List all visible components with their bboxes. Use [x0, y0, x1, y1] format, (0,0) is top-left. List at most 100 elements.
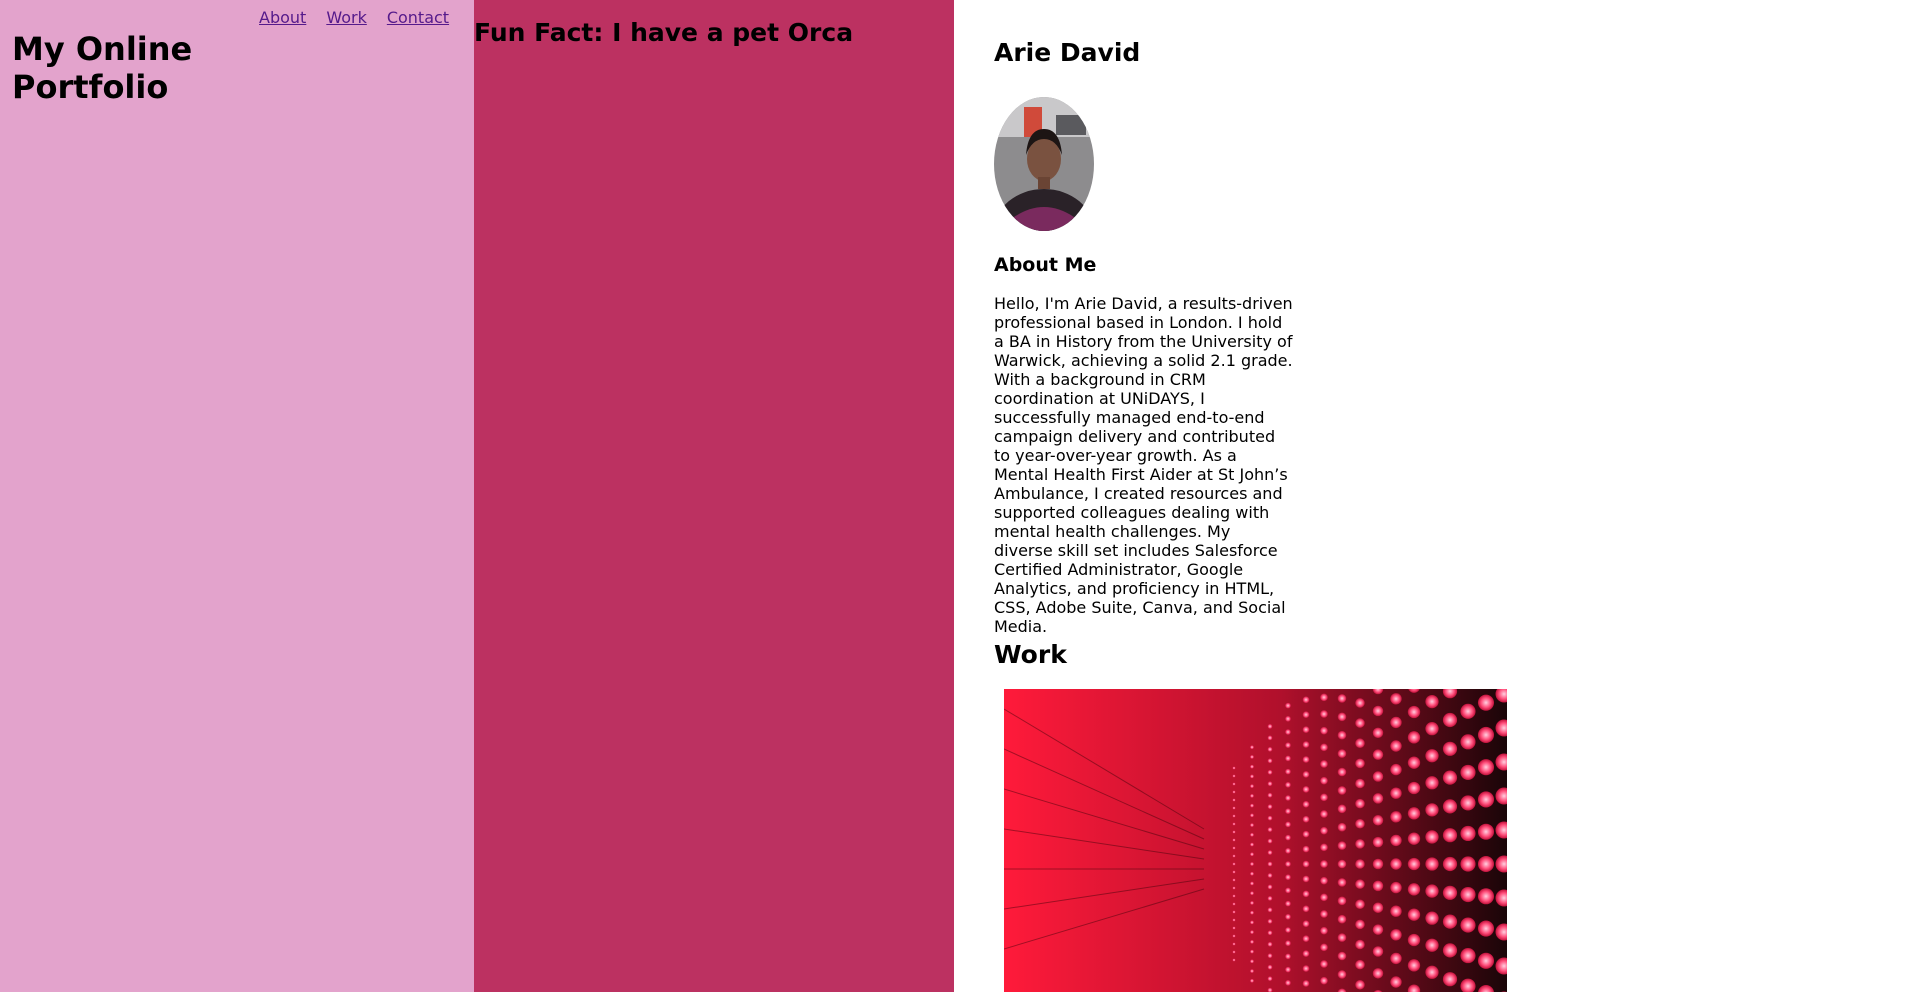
- led-dot: [1302, 741, 1310, 748]
- led-dot: [1285, 702, 1291, 709]
- led-dot: [1477, 888, 1495, 905]
- led-dot: [1390, 787, 1402, 799]
- nav-link-contact[interactable]: Contact: [387, 8, 449, 27]
- led-dot: [1302, 696, 1310, 704]
- led-dot: [1232, 934, 1236, 938]
- led-dot: [1250, 900, 1254, 905]
- led-dot: [1425, 911, 1439, 925]
- led-dot: [1250, 764, 1254, 769]
- led-dot: [1337, 896, 1347, 906]
- led-dot: [1355, 698, 1365, 708]
- led-dot: [1337, 878, 1347, 887]
- led-dot: [1232, 798, 1236, 802]
- led-dot: [1320, 893, 1328, 902]
- led-dot: [1302, 890, 1310, 898]
- led-dot: [1232, 862, 1236, 866]
- middle-column: Fun Fact: I have a pet Orca: [474, 0, 954, 992]
- red-led-wall-image-icon: [1004, 689, 1507, 992]
- led-dot: [1232, 950, 1236, 954]
- led-dot: [1407, 807, 1421, 820]
- nav-link-about[interactable]: About: [259, 8, 306, 27]
- led-dot: [1302, 771, 1310, 778]
- led-dot: [1355, 798, 1365, 809]
- led-dot: [1250, 969, 1254, 974]
- work-image[interactable]: [1004, 689, 1507, 992]
- led-dot: [1425, 830, 1439, 844]
- led-dot: [1442, 885, 1458, 900]
- led-dot: [1442, 828, 1458, 843]
- led-dot: [1232, 838, 1236, 842]
- led-dot: [1267, 895, 1273, 901]
- led-dot: [1477, 952, 1495, 969]
- led-dot: [1285, 913, 1291, 920]
- led-dot: [1337, 804, 1347, 814]
- led-dot: [1250, 745, 1254, 750]
- led-dot: [1390, 905, 1402, 917]
- led-dot: [1232, 822, 1236, 826]
- led-dot: [1337, 767, 1347, 777]
- led-dot: [1355, 899, 1365, 910]
- led-dot: [1425, 938, 1439, 952]
- led-dot: [1250, 939, 1254, 944]
- led-dot: [1285, 768, 1291, 775]
- led-dot: [1267, 918, 1273, 924]
- led-dot: [1232, 766, 1236, 770]
- led-dot: [1407, 959, 1421, 972]
- led-dot: [1232, 790, 1236, 794]
- nav-link-work[interactable]: Work: [326, 8, 367, 27]
- led-dot: [1250, 978, 1254, 983]
- led-dot: [1477, 726, 1495, 743]
- led-dot: [1250, 774, 1254, 779]
- led-dot: [1355, 959, 1365, 970]
- led-dot: [1302, 875, 1310, 883]
- led-dot: [1320, 943, 1328, 952]
- led-dot: [1477, 855, 1495, 873]
- led-dot: [1460, 764, 1476, 780]
- profile-photo-icon: [994, 97, 1094, 231]
- led-dot: [1442, 972, 1458, 987]
- led-dot: [1267, 815, 1273, 821]
- led-dot: [1267, 827, 1273, 833]
- led-dot: [1337, 970, 1347, 979]
- led-dot: [1407, 832, 1421, 845]
- led-dot: [1442, 943, 1458, 958]
- led-dot: [1320, 860, 1328, 868]
- led-dot: [1320, 926, 1328, 935]
- led-dot: [1302, 785, 1310, 793]
- led-dot: [1355, 859, 1365, 869]
- led-dot: [1390, 881, 1402, 894]
- led-dot: [1285, 979, 1291, 986]
- led-dot: [1320, 693, 1328, 702]
- led-dot: [1302, 965, 1310, 972]
- led-dot: [1232, 894, 1236, 898]
- led-dot: [1390, 716, 1402, 729]
- led-dot: [1337, 786, 1347, 795]
- led-dot: [1250, 784, 1254, 789]
- led-dot: [1267, 873, 1273, 878]
- led-dot: [1232, 902, 1236, 906]
- led-dot: [1425, 776, 1439, 790]
- led-dot: [1320, 910, 1328, 918]
- led-dot: [1460, 917, 1476, 933]
- led-dot: [1442, 799, 1458, 814]
- led-dot: [1460, 734, 1476, 750]
- led-dot: [1320, 826, 1328, 835]
- led-dot: [1267, 861, 1273, 867]
- led-dot: [1372, 749, 1384, 760]
- led-dot: [1425, 857, 1439, 871]
- led-dot: [1302, 920, 1310, 928]
- led-dot: [1407, 857, 1421, 871]
- led-dot: [1250, 959, 1254, 964]
- led-dot: [1267, 746, 1273, 752]
- led-dot: [1337, 841, 1347, 850]
- profile-photo: [994, 97, 1094, 231]
- led-dot: [1232, 926, 1236, 930]
- led-dot: [1250, 803, 1254, 808]
- led-dot: [1442, 914, 1458, 929]
- led-dot: [1267, 769, 1273, 775]
- led-dot: [1355, 718, 1365, 728]
- led-dot: [1250, 754, 1254, 759]
- led-dot: [1407, 908, 1421, 921]
- led-dot: [1302, 815, 1310, 823]
- led-dot: [1425, 722, 1439, 736]
